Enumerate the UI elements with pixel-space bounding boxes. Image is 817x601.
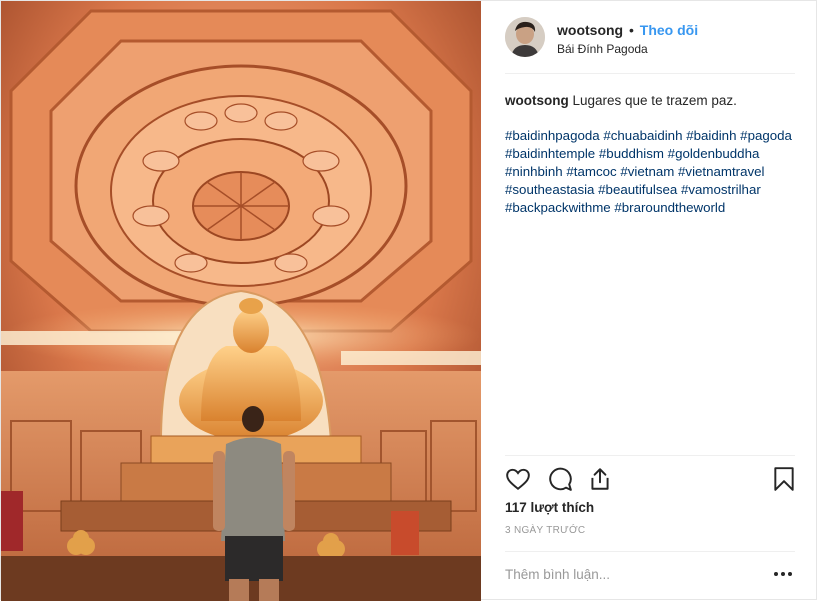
- username-link[interactable]: wootsong: [557, 22, 623, 38]
- hashtag-link[interactable]: #baidinhpagoda: [505, 128, 600, 143]
- hashtag-link[interactable]: #baidinhtemple: [505, 146, 595, 161]
- comment-input[interactable]: [505, 564, 755, 584]
- post-image[interactable]: [1, 1, 481, 601]
- comment-icon[interactable]: [547, 466, 573, 492]
- post-sidebar: wootsong • Theo dõi Bái Đính Pagoda woot…: [482, 1, 817, 601]
- follow-button[interactable]: Theo dõi: [640, 22, 698, 38]
- hashtag-link[interactable]: #southeastasia: [505, 182, 594, 197]
- post-header: wootsong • Theo dõi Bái Đính Pagoda: [505, 15, 795, 74]
- share-icon[interactable]: [587, 466, 613, 492]
- bookmark-icon[interactable]: [771, 466, 797, 492]
- caption-line: wootsong Lugares que te trazem paz.: [505, 92, 795, 110]
- hashtag-link[interactable]: #pagoda: [740, 128, 792, 143]
- comment-bar: [505, 551, 795, 596]
- post-caption: wootsong Lugares que te trazem paz. #bai…: [505, 92, 795, 217]
- pagoda-photo: [1, 1, 481, 601]
- avatar-image: [505, 17, 545, 57]
- hashtag-link[interactable]: #backpackwithme: [505, 200, 611, 215]
- hashtag-link[interactable]: #ninhbinh: [505, 164, 563, 179]
- hashtag-link[interactable]: #vietnam: [620, 164, 674, 179]
- hashtag-link[interactable]: #braroundtheworld: [614, 200, 725, 215]
- caption-username[interactable]: wootsong: [505, 93, 569, 108]
- hashtag-list: #baidinhpagoda #chuabaidinh #baidinh #pa…: [505, 127, 795, 217]
- action-bar: [505, 455, 795, 502]
- heart-icon[interactable]: [505, 466, 531, 492]
- hashtag-link[interactable]: #buddhism: [599, 146, 664, 161]
- hashtag-link[interactable]: #baidinh: [686, 128, 736, 143]
- avatar[interactable]: [505, 17, 545, 57]
- hashtag-link[interactable]: #vamostrilhar: [681, 182, 761, 197]
- post-timestamp[interactable]: 3 NGÀY TRƯỚC: [505, 525, 585, 536]
- hashtag-link[interactable]: #beautifulsea: [598, 182, 677, 197]
- post-dialog: wootsong • Theo dõi Bái Đính Pagoda woot…: [0, 0, 817, 601]
- hashtag-link[interactable]: #goldenbuddha: [668, 146, 760, 161]
- separator-dot: •: [629, 22, 634, 38]
- likes-count[interactable]: 117 lượt thích: [505, 500, 594, 515]
- more-options-icon[interactable]: [771, 562, 795, 586]
- hashtag-link[interactable]: #chuabaidinh: [603, 128, 682, 143]
- location-link[interactable]: Bái Đính Pagoda: [557, 42, 648, 56]
- hashtag-link[interactable]: #tamcoc: [566, 164, 616, 179]
- user-line: wootsong • Theo dõi: [557, 22, 698, 38]
- hashtag-link[interactable]: #vietnamtravel: [678, 164, 764, 179]
- caption-text: Lugares que te trazem paz.: [568, 93, 737, 108]
